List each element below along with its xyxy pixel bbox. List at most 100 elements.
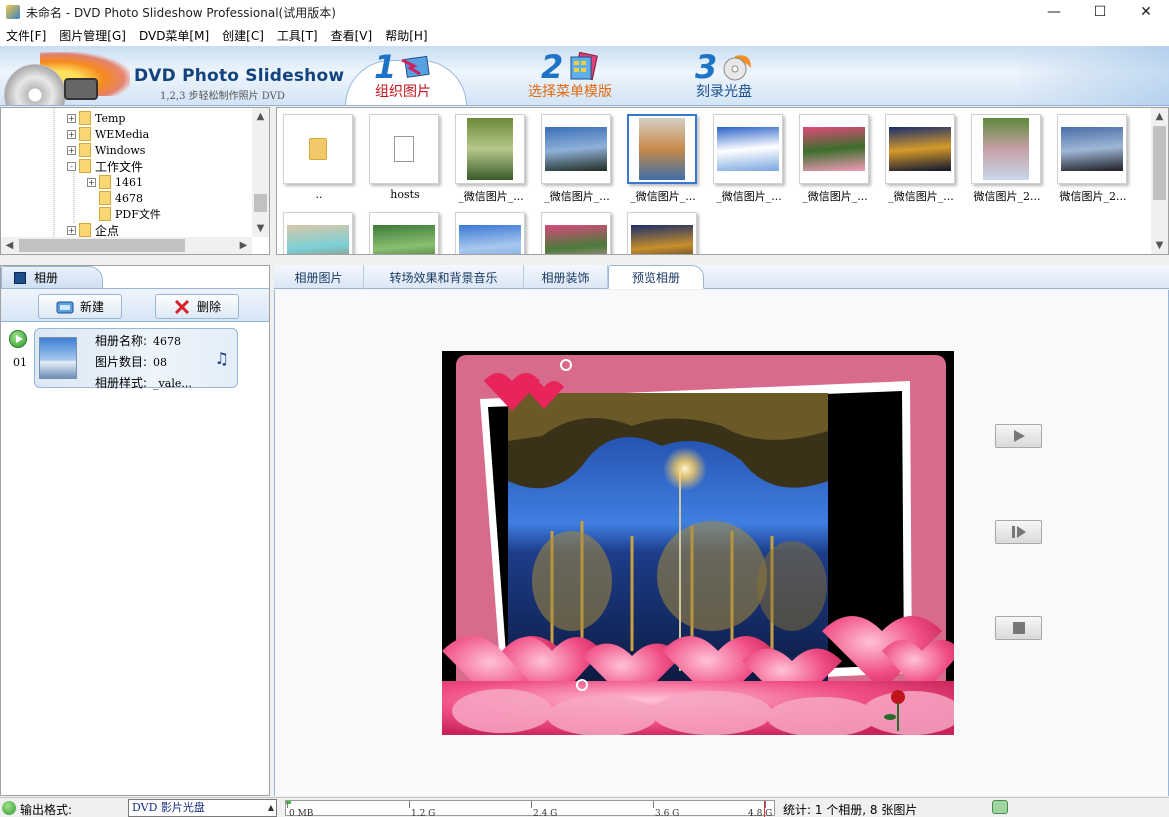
menu-bar: 文件[F] 图片管理[G] DVD菜单[M] 创建[C] 工具[T] 查看[V]…: [0, 24, 1169, 46]
tree-expand-icon[interactable]: +: [87, 177, 96, 187]
thumbnail-item[interactable]: [369, 212, 441, 254]
thumbnail-frame[interactable]: [627, 212, 697, 254]
delete-album-button[interactable]: 删除: [155, 294, 239, 319]
album-icon: [14, 271, 26, 284]
step-1-organize[interactable]: 1 组织图片: [374, 50, 432, 100]
step-3-burn-disc[interactable]: 3 刻录光盘: [695, 50, 753, 100]
menu-tools[interactable]: 工具[T]: [271, 27, 325, 44]
tree-item-work-files[interactable]: - 工作文件: [67, 158, 143, 174]
thumbnail-label: 微信图片_2...: [1059, 190, 1127, 203]
thumbnail-item[interactable]: 微信图片_2...: [971, 114, 1043, 204]
tree-expand-icon[interactable]: +: [67, 129, 76, 139]
thumbnail-item[interactable]: _微信图片_...: [799, 114, 871, 204]
thumbnail-item[interactable]: _微信图片_...: [885, 114, 957, 204]
step-2-menu-template[interactable]: 2 选择菜单模版: [528, 50, 612, 100]
thumbnail-frame[interactable]: [455, 212, 525, 254]
thumbnail-item[interactable]: _微信图片_...: [627, 114, 699, 204]
minimize-button[interactable]: —: [1031, 0, 1077, 24]
preview-play-button[interactable]: [995, 424, 1042, 448]
browser-vertical-scrollbar[interactable]: ▲ ▼: [1151, 108, 1168, 254]
capacity-tick-mark: [531, 801, 532, 808]
new-album-button[interactable]: 新建: [38, 294, 122, 319]
preview-step-button[interactable]: [995, 520, 1042, 544]
tree-item-1461[interactable]: + 1461: [87, 174, 143, 190]
thumbnail-item[interactable]: [455, 212, 527, 254]
scroll-down-icon[interactable]: ▼: [1151, 237, 1168, 254]
thumbnail-item[interactable]: [541, 212, 613, 254]
scroll-right-icon[interactable]: ▶: [235, 237, 252, 254]
tree-expand-icon[interactable]: +: [67, 225, 76, 235]
photo-browser[interactable]: .. hosts _微信图片_... _微信图片_... _微信图片_... _微信图片_…: [276, 107, 1169, 255]
menu-create[interactable]: 创建[C]: [216, 27, 271, 44]
thumbnail-frame[interactable]: [627, 114, 697, 184]
thumbnail-frame[interactable]: [541, 114, 611, 184]
tree-item-qidian[interactable]: + 企点: [67, 222, 119, 238]
folder-tree[interactable]: + Temp + WEMedia + Windows - 工作文件 + 1461…: [0, 107, 270, 255]
thumbnail-item[interactable]: hosts: [369, 114, 441, 201]
album-card[interactable]: 相册名称: 4678 图片数目: 08 相册样式: _vale... ♫: [34, 328, 238, 390]
thumbnail-frame[interactable]: [971, 114, 1041, 184]
preview-stop-button[interactable]: [995, 616, 1042, 640]
thumbnail-frame[interactable]: [541, 212, 611, 254]
photo-thumbnail: [287, 225, 349, 254]
scroll-thumb[interactable]: [19, 239, 185, 252]
thumbnail-frame[interactable]: [283, 212, 353, 254]
thumbnail-item[interactable]: _微信图片_...: [713, 114, 785, 204]
scroll-up-icon[interactable]: ▲: [252, 108, 269, 125]
tab-album-photos[interactable]: 相册图片: [274, 265, 364, 289]
tree-vertical-scrollbar[interactable]: ▲ ▼: [252, 108, 269, 237]
play-album-icon[interactable]: [9, 330, 27, 348]
thumbnail-item[interactable]: [283, 212, 355, 254]
disc-capacity-bar: 0 MB 1.2 G 2.4 G 3.6 G 4.8 G: [285, 800, 775, 817]
album-list-item[interactable]: 01 相册名称: 4678 图片数目: 08 相册样式: _vale... ♫: [9, 328, 239, 390]
thumbnail-item[interactable]: 微信图片_2...: [1057, 114, 1129, 204]
scroll-thumb[interactable]: [1153, 126, 1166, 200]
thumbnail-frame[interactable]: [369, 212, 439, 254]
menu-file[interactable]: 文件[F]: [0, 27, 53, 44]
thumbnail-frame[interactable]: [455, 114, 525, 184]
tree-item-wemedia[interactable]: + WEMedia: [67, 126, 149, 142]
scroll-up-icon[interactable]: ▲: [1151, 108, 1168, 125]
stop-icon: [1012, 622, 1025, 634]
tab-transitions-music[interactable]: 转场效果和背景音乐: [364, 265, 524, 289]
thumbnail-frame[interactable]: [713, 114, 783, 184]
scroll-down-icon[interactable]: ▼: [252, 220, 269, 237]
tab-album-decoration[interactable]: 相册装饰: [524, 265, 608, 289]
tab-preview-album[interactable]: 预览相册: [608, 265, 704, 289]
close-button[interactable]: ✕: [1123, 0, 1169, 24]
tree-expand-icon[interactable]: +: [67, 113, 76, 123]
output-format-label: 输出格式:: [20, 803, 73, 817]
album-tab[interactable]: 相册: [1, 266, 103, 288]
thumbnail-frame[interactable]: [799, 114, 869, 184]
tree-item-label: 工作文件: [95, 159, 144, 174]
output-format-select[interactable]: DVD 影片光盘 ▲: [128, 799, 277, 817]
thumbnail-frame[interactable]: [1057, 114, 1127, 184]
tree-horizontal-scrollbar[interactable]: ◀ ▶: [1, 237, 252, 254]
thumbnail-frame[interactable]: [369, 114, 439, 184]
thumbnail-frame[interactable]: [283, 114, 353, 184]
thumbnail-item[interactable]: _微信图片_...: [541, 114, 613, 204]
tree-collapse-icon[interactable]: -: [67, 161, 76, 171]
status-bar: 输出格式: DVD 影片光盘 ▲ 0 MB 1.2 G 2.4 G 3.6 G …: [0, 797, 1169, 817]
scroll-thumb[interactable]: [254, 194, 267, 212]
menu-picture-manage[interactable]: 图片管理[G]: [53, 27, 133, 44]
tree-item-temp[interactable]: + Temp: [67, 110, 125, 126]
brand-title: DVD Photo Slideshow: [134, 66, 345, 86]
thumbnail-frame[interactable]: [885, 114, 955, 184]
tree-item-4678[interactable]: 4678: [99, 190, 143, 206]
scroll-left-icon[interactable]: ◀: [1, 237, 18, 254]
menu-dvd-menu[interactable]: DVD菜单[M]: [133, 27, 216, 44]
thumbnail-label: hosts: [390, 188, 420, 201]
maximize-button[interactable]: ☐: [1077, 0, 1123, 24]
tree-item-pdf[interactable]: PDF文件: [99, 206, 161, 222]
tree-item-windows[interactable]: + Windows: [67, 142, 145, 158]
thumbnail-item[interactable]: ..: [283, 114, 355, 201]
thumbnail-label: ..: [315, 188, 323, 201]
menu-help[interactable]: 帮助[H]: [379, 27, 434, 44]
thumbnail-item[interactable]: [627, 212, 699, 254]
thumbnail-item[interactable]: _微信图片_...: [455, 114, 527, 204]
tree-expand-icon[interactable]: +: [67, 145, 76, 155]
folder-icon: [79, 111, 91, 125]
dropdown-arrow-icon[interactable]: ▲: [268, 800, 274, 816]
menu-view[interactable]: 查看[V]: [325, 27, 380, 44]
